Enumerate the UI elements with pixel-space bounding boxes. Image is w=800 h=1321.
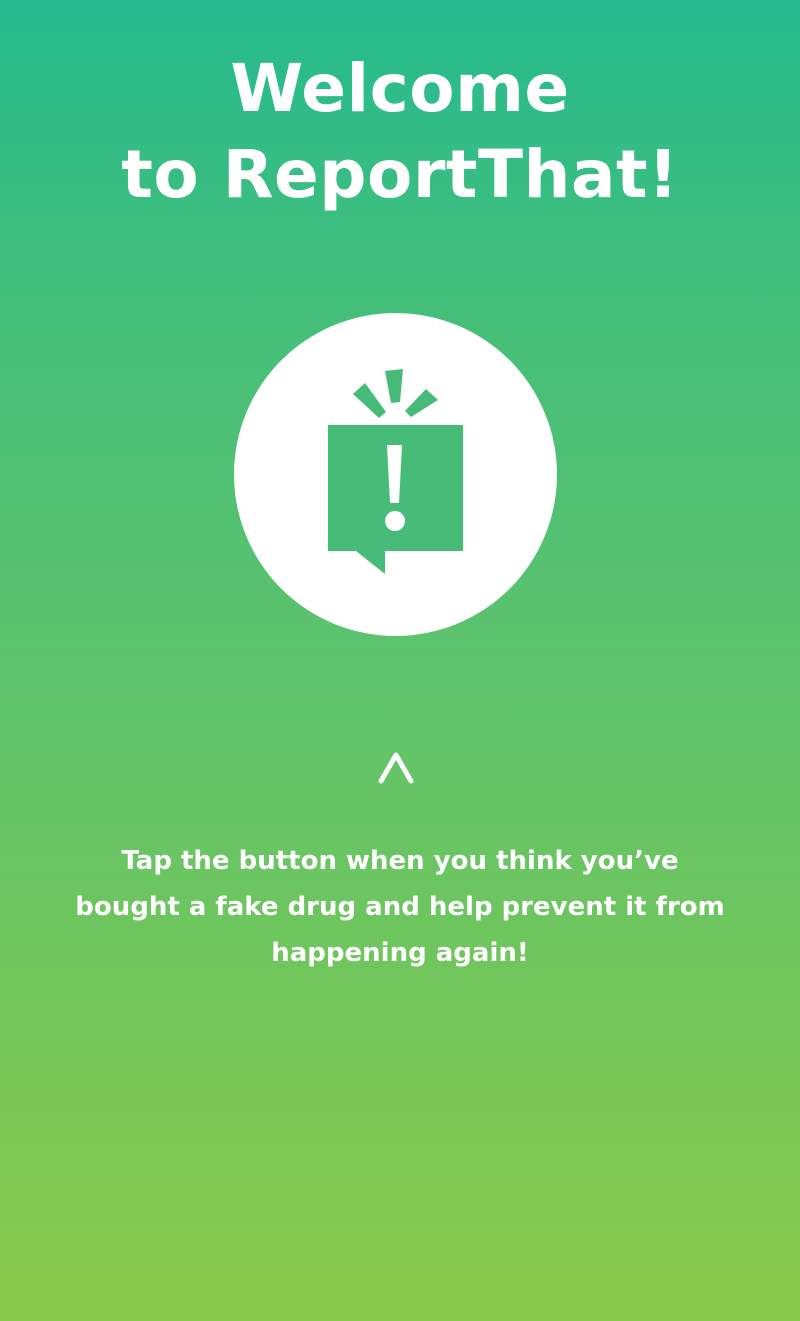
- chevron-up-icon: [378, 752, 414, 784]
- exclamation-dot: [385, 511, 405, 531]
- burst-ray-left: [353, 383, 386, 418]
- welcome-title-line-1: Welcome: [230, 50, 570, 127]
- instruction-line-1: Tap the button when you think you’ve: [121, 846, 679, 876]
- welcome-title: Welcome to ReportThat!: [0, 46, 800, 218]
- welcome-screen: Welcome to ReportThat! Tap the button wh…: [0, 0, 800, 1321]
- instruction-text: Tap the button when you think you’ve bou…: [40, 838, 760, 976]
- welcome-title-line-2: to ReportThat!: [121, 136, 679, 213]
- burst-ray-right: [405, 389, 438, 417]
- instruction-line-3: happening again!: [271, 938, 529, 968]
- burst-ray-middle: [385, 369, 403, 403]
- report-button[interactable]: [234, 313, 557, 636]
- report-exclamation-speech-bubble-icon: [328, 369, 463, 574]
- instruction-line-2: bought a fake drug and help prevent it f…: [75, 892, 725, 922]
